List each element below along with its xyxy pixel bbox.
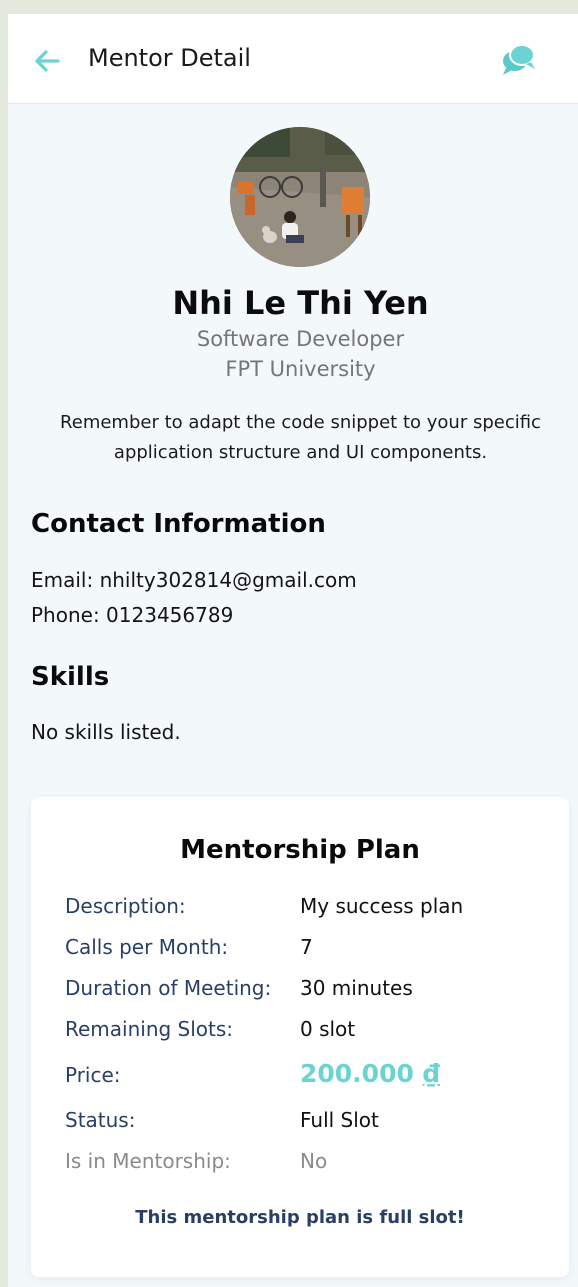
plan-label: Duration of Meeting:: [65, 976, 272, 1000]
mentor-avatar: [230, 127, 370, 267]
plan-row-price: Price: 200.000 ₫: [31, 1059, 569, 1093]
plan-label: Remaining Slots:: [65, 1017, 234, 1041]
app-header: Mentor Detail: [8, 14, 578, 104]
plan-value: 30 minutes: [300, 976, 413, 1000]
contact-email: Email: nhilty302814@gmail.com: [31, 568, 357, 592]
contact-phone: Phone: 0123456789: [31, 603, 234, 627]
plan-value: 7: [300, 935, 313, 959]
mentor-job-title: Software Developer: [196, 327, 405, 351]
page-title: Mentor Detail: [88, 44, 251, 72]
skills-empty-text: No skills listed.: [31, 720, 181, 744]
plan-row-status: Status: Full Slot: [31, 1108, 569, 1138]
plan-row-duration: Duration of Meeting: 30 minutes: [31, 976, 569, 1006]
price-amount: 200.000: [300, 1059, 414, 1088]
mentor-organization: FPT University: [225, 357, 376, 381]
plan-row-remaining-slots: Remaining Slots: 0 slot: [31, 1017, 569, 1047]
mentorship-plan-card: Mentorship Plan Description: My success …: [31, 797, 569, 1277]
skills-section-title: Skills: [31, 662, 110, 692]
chat-bubbles-icon[interactable]: [500, 41, 538, 77]
plan-value: My success plan: [300, 894, 464, 918]
plan-value: 0 slot: [300, 1017, 356, 1041]
plan-row-description: Description: My success plan: [31, 894, 569, 924]
plan-title: Mentorship Plan: [180, 835, 420, 865]
arrow-left-icon[interactable]: [32, 46, 62, 76]
plan-row-in-mentorship: Is in Mentorship: No: [31, 1149, 569, 1179]
plan-price: 200.000 ₫: [300, 1059, 440, 1088]
plan-value: No: [300, 1149, 328, 1173]
plan-label: Price:: [65, 1063, 121, 1087]
plan-label: Calls per Month:: [65, 935, 229, 959]
price-currency: ₫: [422, 1059, 440, 1088]
mentor-name: Nhi Le Thi Yen: [172, 284, 429, 322]
mentor-detail-screen: Mentor Detail Nhi Le Thi Yen Software De…: [8, 14, 578, 1287]
contact-section-title: Contact Information: [31, 509, 326, 539]
plan-full-slot-note: This mentorship plan is full slot!: [135, 1207, 465, 1228]
plan-label: Is in Mentorship:: [65, 1149, 231, 1173]
mentor-bio: Remember to adapt the code snippet to yo…: [60, 412, 541, 463]
plan-label: Description:: [65, 894, 186, 918]
plan-row-calls-per-month: Calls per Month: 7: [31, 935, 569, 965]
plan-value: Full Slot: [300, 1108, 379, 1132]
plan-label: Status:: [65, 1108, 136, 1132]
